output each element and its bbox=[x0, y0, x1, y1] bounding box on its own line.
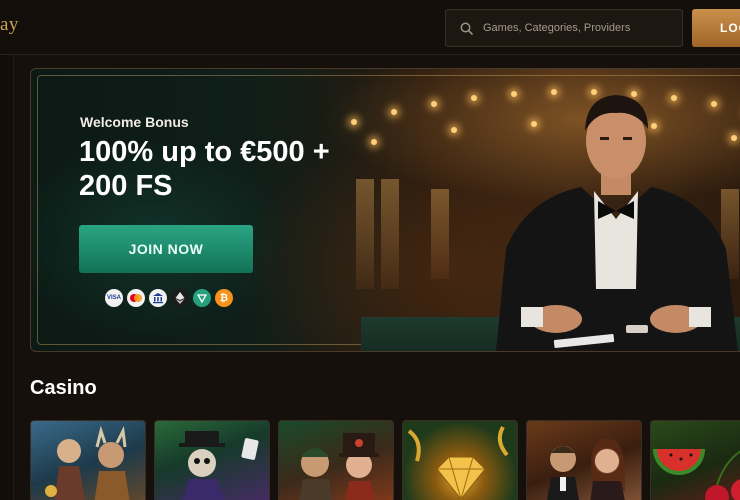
page-root: ay LOG bbox=[0, 0, 740, 500]
search-input[interactable] bbox=[483, 22, 673, 34]
skeleton-game-icon[interactable] bbox=[154, 420, 270, 500]
bonus-subtitle: Welcome Bonus bbox=[80, 114, 189, 130]
bank-icon bbox=[149, 289, 167, 307]
bonus-title: 100% up to €500 + 200 FS bbox=[79, 136, 330, 202]
couple-game-icon[interactable] bbox=[526, 420, 642, 500]
tether-icon bbox=[193, 289, 211, 307]
payment-methods: VISA ₿ bbox=[105, 289, 233, 307]
top-header: ay LOG bbox=[0, 0, 740, 55]
visa-icon: VISA bbox=[105, 289, 123, 307]
sidebar-edge bbox=[0, 55, 14, 500]
diamond-game-icon[interactable] bbox=[402, 420, 518, 500]
join-now-button[interactable]: JOIN NOW bbox=[79, 225, 253, 273]
search-icon bbox=[460, 22, 473, 35]
banner-pillar bbox=[431, 189, 449, 279]
login-button[interactable]: LOG bbox=[692, 9, 740, 47]
search-box[interactable] bbox=[445, 9, 683, 47]
dealer-illustration-icon bbox=[496, 95, 738, 351]
casino-games-row bbox=[30, 420, 740, 500]
ethereum-icon bbox=[171, 289, 189, 307]
banner-pillar bbox=[381, 179, 399, 289]
site-logo[interactable]: ay bbox=[0, 14, 19, 36]
viking-game-icon[interactable] bbox=[30, 420, 146, 500]
adventurer-game-icon[interactable] bbox=[278, 420, 394, 500]
promo-banner[interactable]: Welcome Bonus 100% up to €500 + 200 FS J… bbox=[30, 68, 740, 352]
banner-pillar bbox=[356, 179, 374, 289]
bitcoin-icon: ₿ bbox=[215, 289, 233, 307]
mastercard-icon bbox=[127, 289, 145, 307]
casino-section-title: Casino bbox=[30, 377, 97, 399]
fruit-game-icon[interactable] bbox=[650, 420, 740, 500]
